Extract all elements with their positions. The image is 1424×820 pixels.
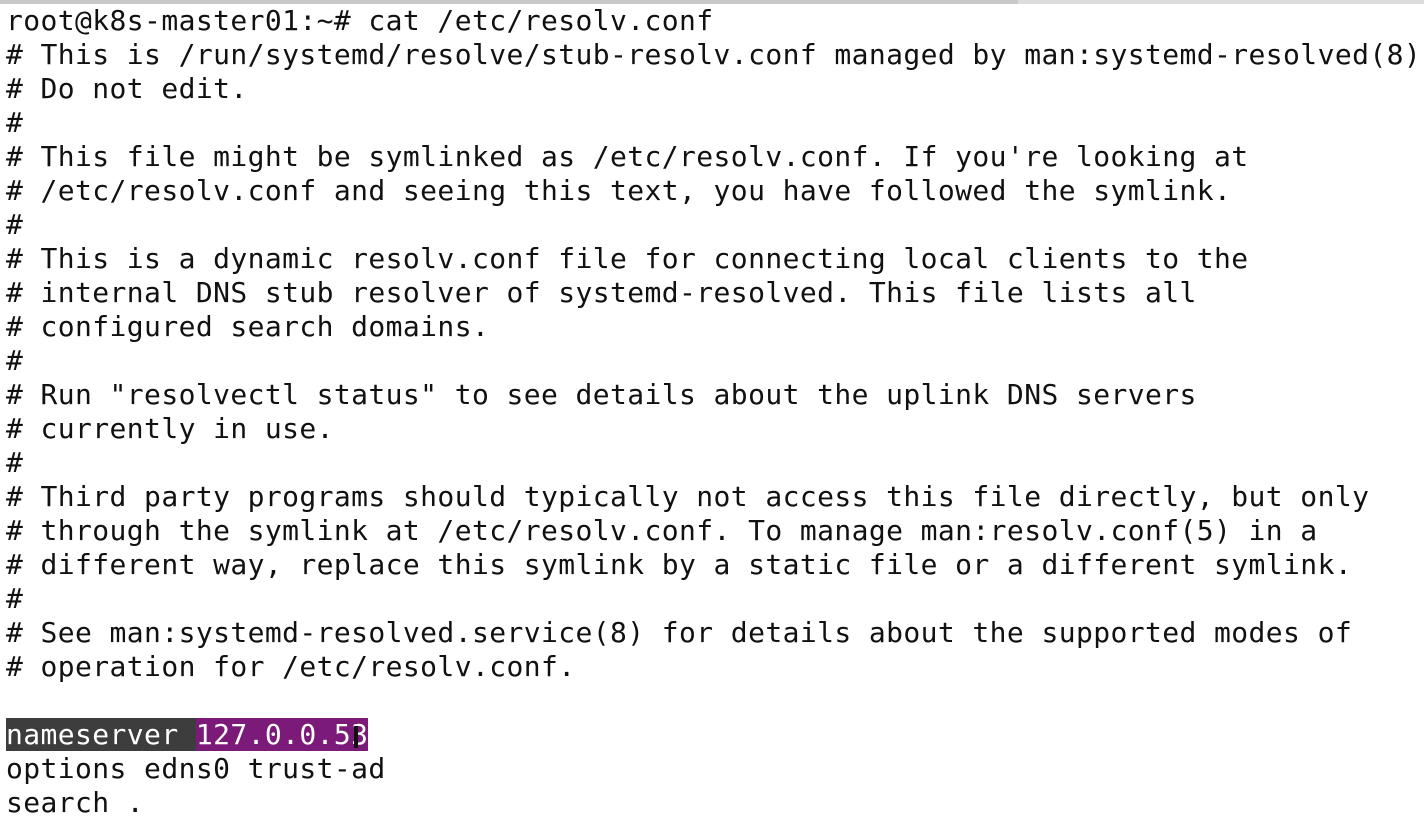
output-line: # See man:systemd-resolved.service(8) fo… [6,616,1353,649]
output-line: # through the symlink at /etc/resolv.con… [6,514,1318,547]
output-line: # [6,106,24,139]
output-line: # configured search domains. [6,310,490,343]
output-line: # internal DNS stub resolver of systemd-… [6,276,1197,309]
output-line: # Third party programs should typically … [6,480,1370,513]
output-line: # /etc/resolv.conf and seeing this text,… [6,174,1232,207]
output-line: # This file might be symlinked as /etc/r… [6,140,1249,173]
output-line: # Run "resolvectl status" to see details… [6,378,1197,411]
output-line: # This is /run/systemd/resolve/stub-reso… [6,38,1424,71]
output-line: # [6,446,24,479]
output-line: # currently in use. [6,412,334,445]
text-cursor-icon [354,726,359,748]
output-line: # This is a dynamic resolv.conf file for… [6,242,1249,275]
options-line: options edns0 trust-ad [6,752,386,785]
output-line: # operation for /etc/resolv.conf. [6,650,576,683]
output-line: # [6,208,24,241]
output-line: # Do not edit. [6,72,248,105]
output-line: # [6,582,24,615]
search-line: search . [6,786,145,819]
nameserver-label-selection[interactable]: nameserver [6,718,196,751]
output-line: # [6,344,24,377]
terminal-output[interactable]: root@k8s-master01:~# cat /etc/resolv.con… [6,4,1424,819]
nameserver-line[interactable]: nameserver 127.0.0.53 [6,718,1424,752]
nameserver-value-selection[interactable]: 127.0.0.53 [195,718,369,751]
output-line: # different way, replace this symlink by… [6,548,1353,581]
command-line: root@k8s-master01:~# cat /etc/resolv.con… [6,4,714,37]
